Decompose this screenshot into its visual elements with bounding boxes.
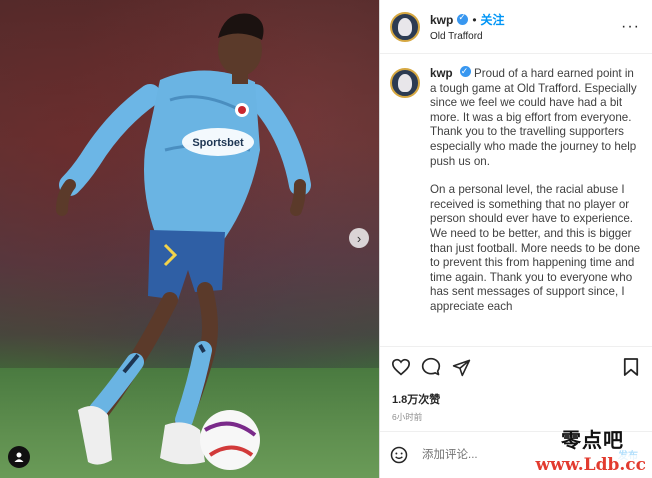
watermark-logo-text: 零点吧 xyxy=(561,428,624,452)
verified-icon xyxy=(459,64,471,79)
action-bar xyxy=(380,346,652,387)
caption-username[interactable]: kwp xyxy=(430,67,453,80)
caption: kwp Proud of a hard earned point in a to… xyxy=(390,64,642,315)
follow-button[interactable]: 关注 xyxy=(481,11,505,28)
header-info: kwp • 关注 Old Trafford xyxy=(430,11,621,42)
watermark-url: www.Ldb.cc xyxy=(535,455,646,475)
like-button[interactable] xyxy=(390,356,412,378)
separator-dot: • xyxy=(472,12,477,27)
caption-text: kwp Proud of a hard earned point in a to… xyxy=(430,64,642,315)
post-media[interactable]: Sportsbet › xyxy=(0,0,379,478)
post-side-panel: kwp • 关注 Old Trafford ··· kwp Proud of a… xyxy=(379,0,652,478)
comment-input[interactable] xyxy=(420,448,544,462)
caption-paragraph-2: On a personal level, the racial abuse I … xyxy=(430,183,641,313)
carousel-next-button[interactable]: › xyxy=(349,228,369,248)
username-link[interactable]: kwp xyxy=(430,13,453,27)
instagram-post: Sportsbet › kwp ✓ • 关注 Old Trafford ··· … xyxy=(0,0,652,478)
more-options-icon[interactable]: ··· xyxy=(621,18,640,36)
share-icon xyxy=(452,359,470,376)
comment-icon xyxy=(421,357,441,376)
jersey-sponsor-text: Sportsbet xyxy=(192,137,244,149)
avatar[interactable] xyxy=(390,11,420,42)
share-button[interactable] xyxy=(450,356,472,378)
player-photo: Sportsbet xyxy=(56,13,311,470)
comment-button[interactable] xyxy=(420,356,442,378)
caption-paragraph-1: Proud of a hard earned point in a tough … xyxy=(430,67,637,168)
emoji-icon[interactable] xyxy=(390,446,408,464)
post-header: kwp • 关注 Old Trafford ··· xyxy=(380,0,652,54)
caption-section: kwp Proud of a hard earned point in a to… xyxy=(380,54,652,346)
save-button[interactable] xyxy=(620,356,642,378)
bookmark-icon xyxy=(623,358,639,376)
heart-icon xyxy=(391,358,411,376)
chevron-right-icon: › xyxy=(356,230,362,246)
header-row: kwp • 关注 xyxy=(430,11,621,28)
verified-icon xyxy=(457,12,469,25)
likes-count[interactable]: 1.8万次赞 xyxy=(380,387,652,407)
tag-user-button[interactable] xyxy=(8,446,30,468)
caption-avatar[interactable] xyxy=(390,68,420,98)
tag-user-icon xyxy=(14,452,24,462)
location-link[interactable]: Old Trafford xyxy=(430,31,621,42)
